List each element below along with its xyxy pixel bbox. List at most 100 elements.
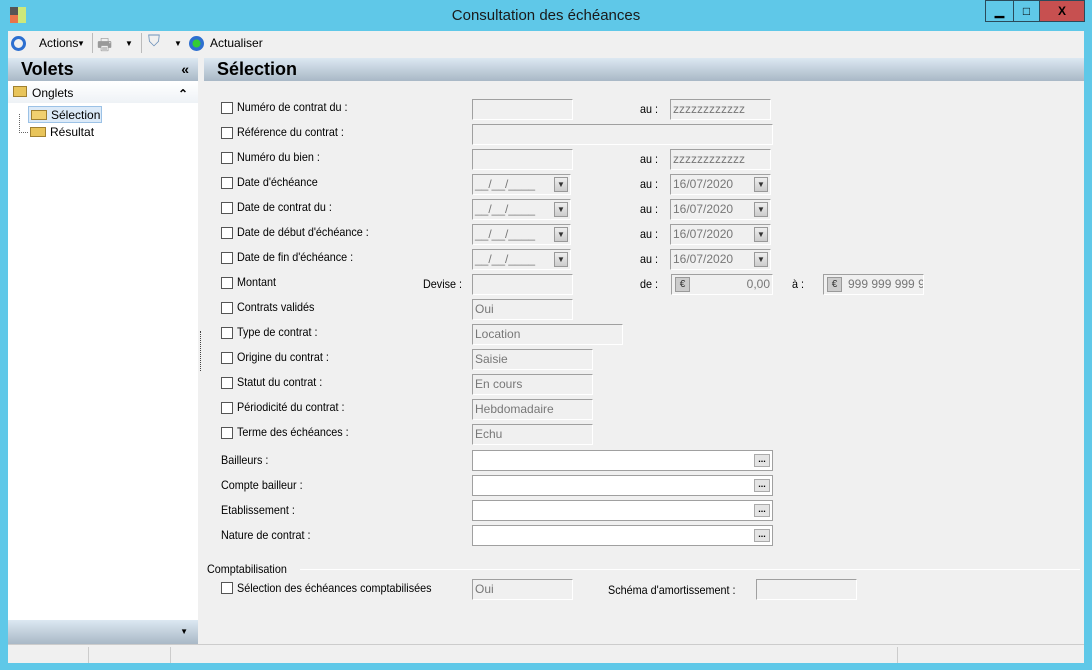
date-from-picker[interactable]: __/__/____ ▼	[472, 174, 571, 195]
picker-input[interactable]: ...	[472, 450, 773, 471]
to-input[interactable]: zzzzzzzzzzzz	[670, 99, 771, 120]
checkbox[interactable]	[221, 127, 233, 139]
date-to-picker[interactable]: 16/07/2020 ▼	[670, 199, 771, 220]
browse-button[interactable]: ...	[754, 504, 770, 517]
checkbox[interactable]	[221, 302, 233, 314]
to-input[interactable]: zzzzzzzzzzzz	[670, 149, 771, 170]
checkbox[interactable]	[221, 277, 233, 289]
checkbox[interactable]	[221, 352, 233, 364]
chevron-down-icon[interactable]: ▼	[554, 202, 568, 217]
date-to-picker[interactable]: 16/07/2020 ▼	[670, 224, 771, 245]
field-value: 0,00	[746, 277, 770, 291]
value-field[interactable]: Hebdomadaire	[472, 399, 593, 420]
date-from-picker[interactable]: __/__/____ ▼	[472, 249, 571, 270]
checkbox[interactable]	[221, 427, 233, 439]
print-icon[interactable]: 🖶	[97, 34, 112, 61]
field-value: 999 999 999 99	[848, 277, 924, 291]
chevron-down-icon[interactable]: ▼	[754, 202, 768, 217]
chevron-down-icon[interactable]: ▼	[754, 227, 768, 242]
au-label: au :	[640, 152, 659, 166]
checkbox[interactable]	[221, 177, 233, 189]
field-label: Date de fin d'échéance :	[237, 250, 354, 264]
picker-input[interactable]: ...	[472, 500, 773, 521]
amount-from-input[interactable]: €0,00	[671, 274, 773, 295]
chevron-down-icon[interactable]: ▼	[554, 177, 568, 192]
devise-label: Devise :	[423, 277, 463, 291]
chevron-down-icon[interactable]: ▼	[554, 227, 568, 242]
devise-input[interactable]	[472, 274, 573, 295]
browse-button[interactable]: ...	[754, 529, 770, 542]
date-from-picker[interactable]: __/__/____ ▼	[472, 224, 571, 245]
checkbox[interactable]	[221, 152, 233, 164]
from-input[interactable]	[472, 99, 573, 120]
checkbox[interactable]	[221, 327, 233, 339]
minimize-button[interactable]: ▁	[985, 0, 1014, 22]
schema-input[interactable]	[756, 579, 857, 600]
value-field[interactable]: Location	[472, 324, 623, 345]
from-input[interactable]	[472, 149, 573, 170]
field-value: 16/07/2020	[673, 177, 734, 191]
field-value: Oui	[475, 302, 494, 316]
amount-to-input[interactable]: €999 999 999 99	[823, 274, 924, 295]
picker-input[interactable]: ...	[472, 525, 773, 546]
folder-open-icon	[31, 110, 47, 120]
maximize-button[interactable]: □	[1013, 0, 1040, 22]
value-field[interactable]: Oui	[472, 299, 573, 320]
refresh-icon[interactable]	[189, 36, 204, 51]
app-icon	[10, 7, 26, 23]
collapse-button[interactable]: «	[181, 58, 189, 81]
chevron-down-icon[interactable]: ▼	[180, 627, 188, 636]
close-button[interactable]: X	[1039, 0, 1085, 22]
value-field[interactable]: En cours	[472, 374, 593, 395]
chevron-down-icon[interactable]: ▼	[125, 39, 133, 48]
field-value: __/__/____	[475, 227, 536, 241]
sidebar: Volets « Onglets ⌃ Sélection Résultat ▼	[8, 58, 198, 644]
group-toggle[interactable]: ⌃	[178, 87, 188, 101]
field-label: Origine du contrat :	[237, 350, 329, 364]
checkbox[interactable]	[221, 202, 233, 214]
reference-input[interactable]	[472, 124, 773, 145]
checkbox[interactable]	[221, 252, 233, 264]
value-field[interactable]: Saisie	[472, 349, 593, 370]
picker-input[interactable]: ...	[472, 475, 773, 496]
field-value: Location	[475, 327, 521, 341]
checkbox[interactable]	[221, 227, 233, 239]
window-title: Consultation des échéances	[451, 7, 641, 24]
filter-icon[interactable]: ⛉	[148, 33, 160, 51]
checkbox[interactable]	[221, 402, 233, 414]
au-label: au :	[640, 202, 659, 216]
field-value: 16/07/2020	[673, 227, 734, 241]
chevron-down-icon[interactable]: ▼	[754, 252, 768, 267]
actions-menu[interactable]: Actions	[39, 36, 78, 50]
folder-icon	[13, 86, 27, 97]
browse-button[interactable]: ...	[754, 454, 770, 467]
tree-item-selection[interactable]: Sélection	[28, 106, 102, 123]
sidebar-footer[interactable]: ▼	[8, 620, 198, 644]
checkbox[interactable]	[221, 582, 233, 594]
field-label: Date de début d'échéance :	[237, 225, 369, 239]
chevron-down-icon[interactable]: ▼	[174, 39, 182, 48]
splitter[interactable]	[200, 331, 202, 371]
tree-item-resultat[interactable]: Résultat	[28, 124, 102, 141]
target-icon[interactable]	[11, 36, 26, 51]
field-label: Périodicité du contrat :	[237, 400, 345, 414]
compta-value[interactable]: Oui	[472, 579, 573, 600]
group-onglets[interactable]: Onglets ⌃	[8, 82, 198, 103]
date-to-picker[interactable]: 16/07/2020 ▼	[670, 174, 771, 195]
schema-label: Schéma d'amortissement :	[608, 583, 736, 597]
checkbox[interactable]	[221, 377, 233, 389]
picker-label: Nature de contrat :	[221, 528, 311, 542]
field-value: __/__/____	[475, 177, 536, 191]
picker-label: Compte bailleur :	[221, 478, 303, 492]
checkbox[interactable]	[221, 102, 233, 114]
section-divider	[300, 569, 1080, 570]
date-to-picker[interactable]: 16/07/2020 ▼	[670, 249, 771, 270]
date-from-picker[interactable]: __/__/____ ▼	[472, 199, 571, 220]
au-label: au :	[640, 227, 659, 241]
chevron-down-icon[interactable]: ▼	[754, 177, 768, 192]
value-field[interactable]: Echu	[472, 424, 593, 445]
browse-button[interactable]: ...	[754, 479, 770, 492]
field-label: Numéro de contrat du :	[237, 100, 348, 114]
chevron-down-icon[interactable]: ▼	[554, 252, 568, 267]
refresh-button[interactable]: Actualiser	[210, 36, 263, 50]
